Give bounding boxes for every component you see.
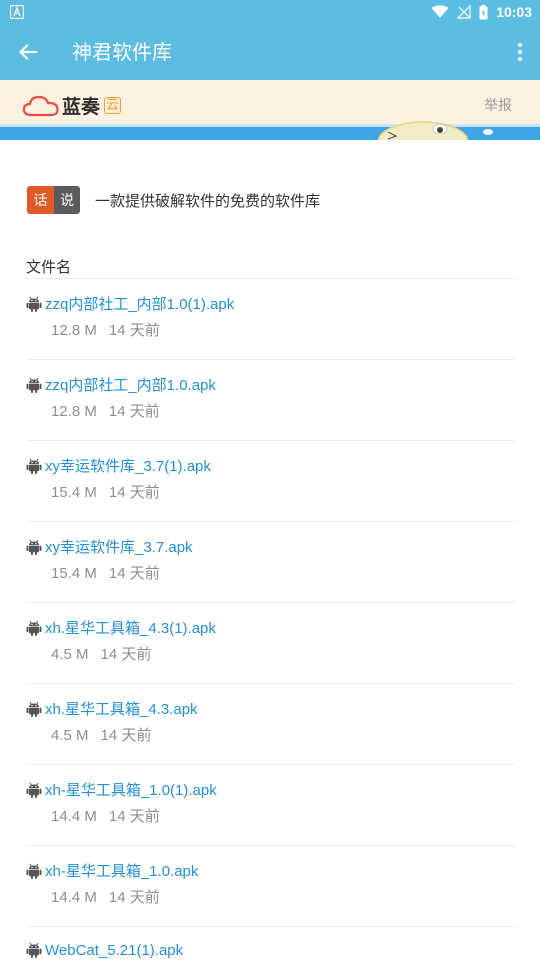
file-list-item[interactable]: zzq内部社工_内部1.0.apk 12.8 M 14 天前 bbox=[26, 360, 516, 441]
app-bar: 神君软件库 bbox=[0, 24, 540, 80]
file-time: 14 天前 bbox=[108, 322, 160, 339]
android-icon bbox=[26, 457, 42, 475]
brand-badge: 云 bbox=[104, 97, 122, 114]
file-meta: 15.4 M 14 天前 bbox=[51, 562, 160, 583]
file-size: 12.8 M bbox=[51, 322, 97, 339]
lanzou-logo: 蓝奏 云 bbox=[22, 92, 122, 119]
file-list-item[interactable]: xh-星华工具箱_1.0.apk 14.4 M 14 天前 bbox=[26, 846, 516, 927]
file-name[interactable]: zzq内部社工_内部1.0(1).apk bbox=[45, 293, 234, 314]
file-list-item[interactable]: xh-星华工具箱_1.0(1).apk 14.4 M 14 天前 bbox=[26, 765, 516, 846]
file-size: 4.5 M bbox=[51, 727, 89, 744]
file-size: 15.4 M bbox=[51, 484, 97, 501]
brand-text: 蓝奏 bbox=[62, 96, 101, 118]
status-bar: 10:03 bbox=[0, 0, 540, 24]
report-link[interactable]: 举报 bbox=[484, 95, 512, 115]
file-list-item[interactable]: xy幸运软件库_3.7.apk 15.4 M 14 天前 bbox=[26, 522, 516, 603]
file-name[interactable]: xh-星华工具箱_1.0.apk bbox=[45, 860, 198, 881]
tag-shuo: 说 bbox=[54, 186, 80, 214]
file-list-item[interactable]: xh.星华工具箱_4.3.apk 4.5 M 14 天前 bbox=[26, 684, 516, 765]
android-icon bbox=[26, 941, 42, 959]
file-size: 14.4 M bbox=[51, 889, 97, 906]
file-time: 14 天前 bbox=[108, 889, 160, 906]
file-size: 14.4 M bbox=[51, 808, 97, 825]
battery-charging-icon bbox=[479, 4, 488, 19]
back-button[interactable] bbox=[14, 38, 42, 66]
android-icon bbox=[26, 781, 42, 799]
file-meta: 14.4 M 14 天前 bbox=[51, 805, 160, 826]
file-size: 15.4 M bbox=[51, 565, 97, 582]
file-meta: 12.8 M 14 天前 bbox=[51, 400, 160, 421]
description-text: 一款提供破解软件的免费的软件库 bbox=[95, 191, 321, 210]
file-time: 14 天前 bbox=[108, 565, 160, 582]
file-time: 14 天前 bbox=[108, 484, 160, 501]
android-icon bbox=[26, 295, 42, 313]
android-icon bbox=[26, 862, 42, 880]
file-time: 14 天前 bbox=[108, 403, 160, 420]
tag-hua: 话 bbox=[27, 186, 54, 214]
file-meta: 14.4 M 14 天前 bbox=[51, 886, 160, 907]
file-meta: 4.5 M 14 天前 bbox=[51, 724, 151, 745]
mascot-decoration bbox=[378, 121, 493, 140]
android-icon bbox=[26, 700, 42, 718]
file-list-header: 文件名 bbox=[26, 258, 72, 276]
file-time: 14 天前 bbox=[108, 808, 160, 825]
file-name[interactable]: xy幸运软件库_3.7.apk bbox=[45, 536, 193, 557]
file-list-item[interactable]: zzq内部社工_内部1.0(1).apk 12.8 M 14 天前 bbox=[26, 279, 516, 360]
notification-app-icon bbox=[10, 5, 24, 19]
cloud-icon bbox=[22, 95, 59, 116]
file-name[interactable]: xy幸运软件库_3.7(1).apk bbox=[45, 455, 211, 476]
file-size: 4.5 M bbox=[51, 646, 89, 663]
status-time: 10:03 bbox=[496, 4, 532, 20]
page-title: 神君软件库 bbox=[72, 40, 172, 64]
file-list-item[interactable]: xh.星华工具箱_4.3(1).apk 4.5 M 14 天前 bbox=[26, 603, 516, 684]
arrow-left-icon bbox=[18, 43, 38, 61]
file-list-item[interactable]: xy幸运软件库_3.7(1).apk 15.4 M 14 天前 bbox=[26, 441, 516, 522]
file-name[interactable]: xh.星华工具箱_4.3.apk bbox=[45, 698, 198, 719]
android-icon bbox=[26, 538, 42, 556]
android-icon bbox=[26, 376, 42, 394]
file-meta: 15.4 M 14 天前 bbox=[51, 481, 160, 502]
android-icon bbox=[26, 619, 42, 637]
file-name[interactable]: xh.星华工具箱_4.3(1).apk bbox=[45, 617, 216, 638]
file-name[interactable]: zzq内部社工_内部1.0.apk bbox=[45, 374, 216, 395]
file-list-item[interactable]: WebCat_5.21(1).apk bbox=[26, 927, 516, 960]
more-vert-icon bbox=[518, 43, 522, 61]
more-options-button[interactable] bbox=[510, 38, 530, 66]
file-time: 14 天前 bbox=[100, 646, 152, 663]
signal-off-icon bbox=[457, 5, 471, 19]
file-name[interactable]: WebCat_5.21(1).apk bbox=[45, 942, 183, 959]
file-meta: 12.8 M 14 天前 bbox=[51, 319, 160, 340]
share-description: 话 说 一款提供破解软件的免费的软件库 bbox=[27, 186, 320, 214]
file-meta: 4.5 M 14 天前 bbox=[51, 643, 151, 664]
file-name[interactable]: xh-星华工具箱_1.0(1).apk bbox=[45, 779, 217, 800]
file-time: 14 天前 bbox=[100, 727, 152, 744]
file-size: 12.8 M bbox=[51, 403, 97, 420]
lanzou-banner: 蓝奏 云 举报 bbox=[0, 80, 540, 140]
file-list: zzq内部社工_内部1.0(1).apk 12.8 M 14 天前 zzq内部社工… bbox=[26, 279, 516, 960]
wifi-icon bbox=[431, 5, 449, 18]
